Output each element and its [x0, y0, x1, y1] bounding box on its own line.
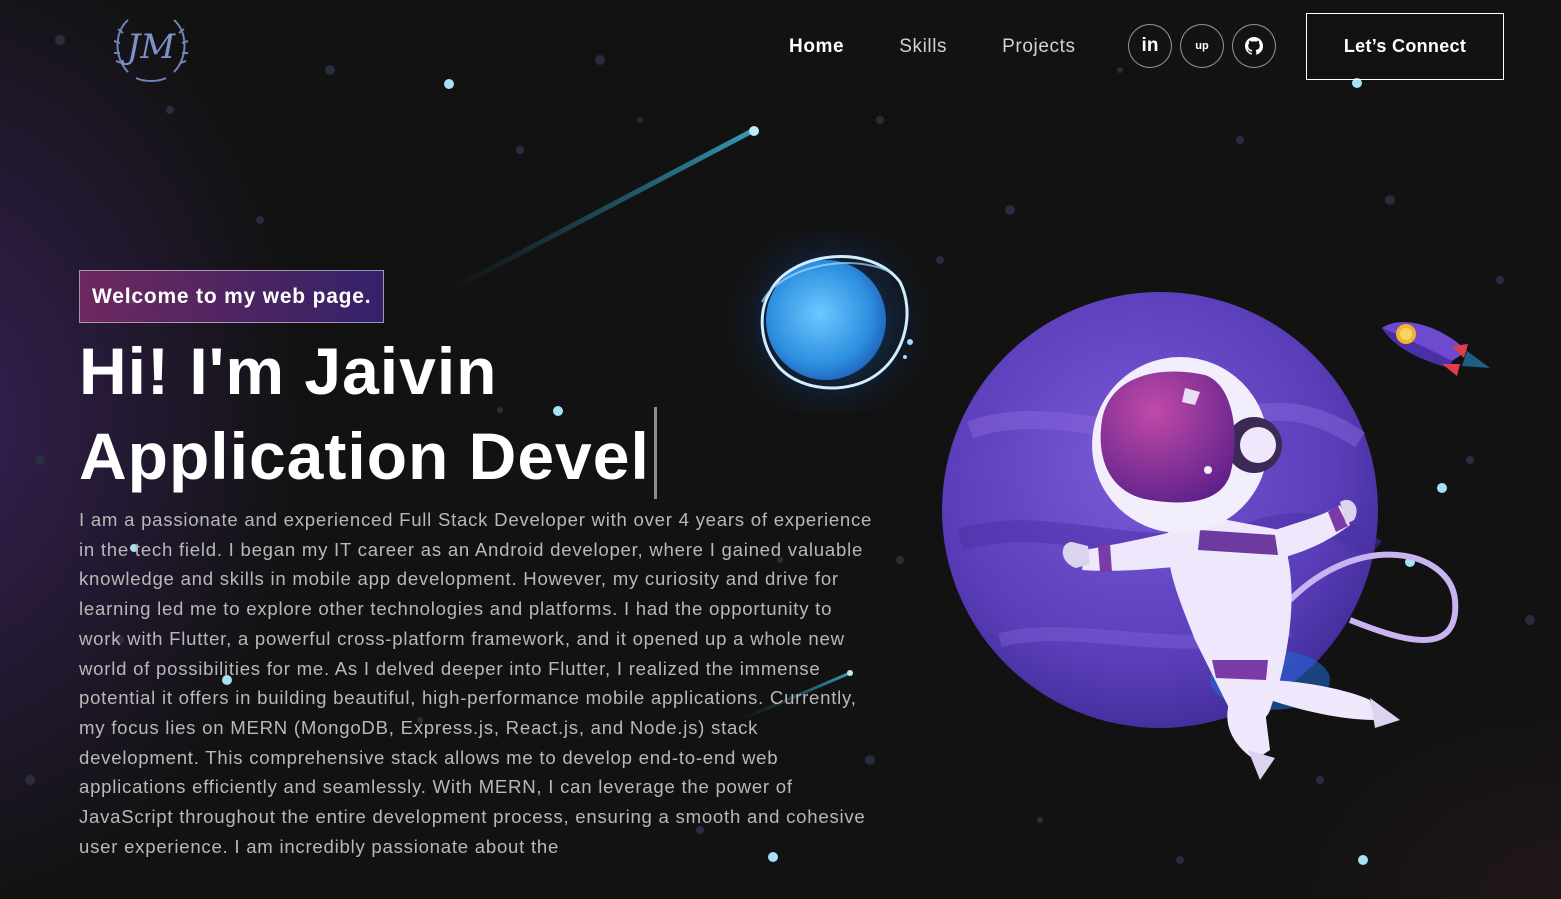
typed-role-text: Application Devel — [79, 419, 650, 493]
lets-connect-button[interactable]: Let’s Connect — [1306, 13, 1504, 80]
welcome-tagline: Welcome to my web page. — [79, 270, 385, 323]
social-links: in up — [1128, 24, 1284, 68]
hero-headline: Hi! I'm Jaivin Application Devel — [79, 336, 657, 499]
logo-text: JM — [121, 27, 177, 67]
nav-link-skills[interactable]: Skills — [899, 36, 947, 58]
headline-line-2: Application Devel — [79, 407, 657, 499]
main-nav: Home Skills Projects — [789, 32, 1131, 62]
page: JM Home Skills Projects in up Let’s Conn… — [0, 0, 1561, 899]
headline-line-1: Hi! I'm Jaivin — [79, 334, 498, 408]
logo-jm[interactable]: JM — [110, 8, 192, 86]
typing-cursor — [653, 407, 657, 499]
nav-link-projects[interactable]: Projects — [1002, 36, 1075, 58]
rocket-illustration — [1382, 322, 1490, 376]
upwork-icon[interactable]: up — [1180, 24, 1224, 68]
github-glyph — [1245, 37, 1263, 55]
upwork-label: up — [1195, 40, 1209, 52]
linkedin-icon[interactable]: in — [1128, 24, 1172, 68]
linkedin-label: in — [1141, 35, 1159, 56]
glowing-planet-illustration — [715, 232, 945, 412]
github-icon[interactable] — [1232, 24, 1276, 68]
bio-paragraph: I am a passionate and experienced Full S… — [79, 509, 873, 857]
nav-link-home[interactable]: Home — [789, 36, 844, 58]
